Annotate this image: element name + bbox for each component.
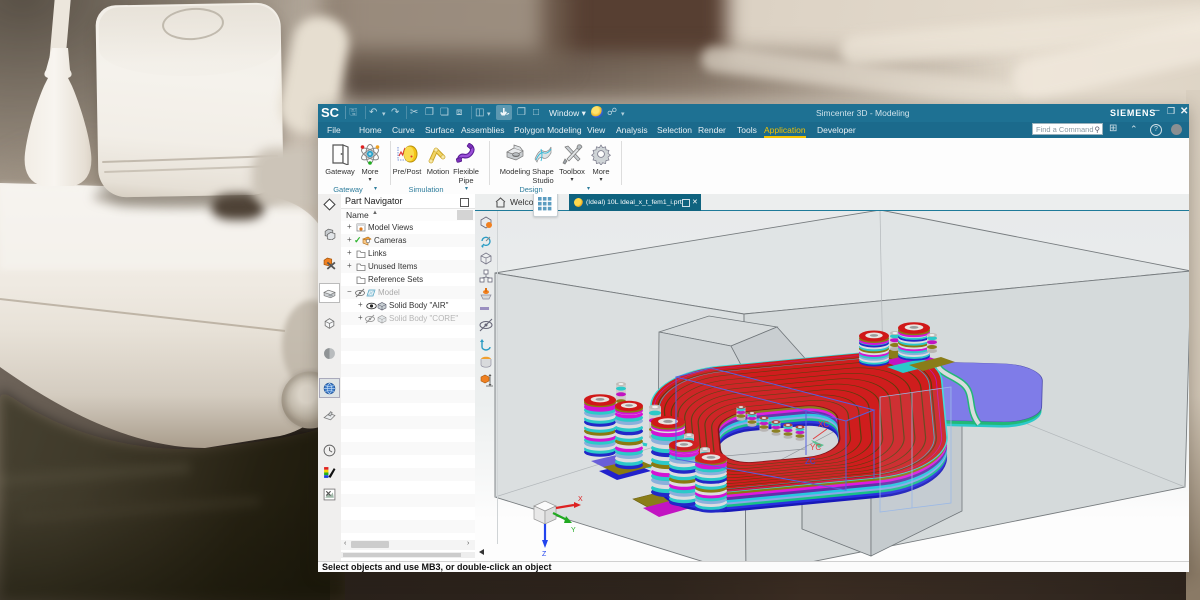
svg-text:YC: YC bbox=[810, 443, 821, 452]
svg-text:XC: XC bbox=[818, 420, 829, 429]
svg-text:Y: Y bbox=[571, 527, 576, 534]
svg-text:X: X bbox=[578, 496, 583, 503]
svg-text:Z: Z bbox=[542, 551, 547, 558]
svg-text:ZC: ZC bbox=[805, 457, 816, 466]
